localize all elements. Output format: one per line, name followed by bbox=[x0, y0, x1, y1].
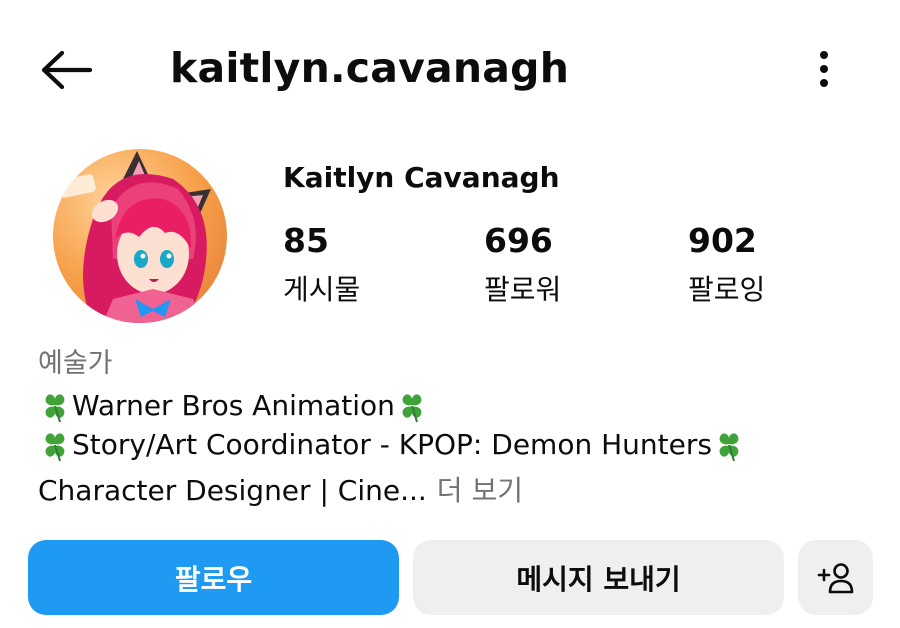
arrow-left-icon bbox=[41, 50, 93, 90]
stat-posts-count: 85 bbox=[283, 221, 329, 260]
bio-line-1-text: Warner Bros Animation bbox=[72, 389, 395, 422]
header-username: kaitlyn.cavanagh bbox=[170, 44, 570, 92]
bio-line-3-text: Character Designer | Cine... bbox=[38, 474, 427, 507]
bio-line-2: Story/Art Coordinator - KPOP: Demon Hunt… bbox=[38, 425, 746, 465]
four-leaf-clover-icon bbox=[402, 394, 422, 423]
four-leaf-clover-icon bbox=[45, 394, 65, 423]
four-leaf-clover-icon bbox=[45, 433, 65, 462]
bio-more-link[interactable]: 더 보기 bbox=[437, 471, 523, 511]
stat-followers-label: 팔로워 bbox=[484, 273, 562, 306]
bio-line-1: Warner Bros Animation bbox=[38, 386, 429, 426]
follow-button-label: 팔로우 bbox=[174, 562, 253, 596]
more-options-button[interactable] bbox=[800, 42, 848, 96]
stat-followers-count: 696 bbox=[484, 221, 553, 260]
back-button[interactable] bbox=[34, 44, 98, 96]
stat-posts-label: 게시물 bbox=[283, 273, 361, 306]
stat-following-label: 팔로잉 bbox=[688, 273, 766, 306]
four-leaf-clover-icon bbox=[719, 433, 739, 462]
avatar-image bbox=[53, 149, 227, 323]
add-user-button[interactable] bbox=[798, 540, 873, 615]
more-vertical-icon bbox=[820, 51, 828, 87]
stat-posts[interactable]: 85 게시물 bbox=[283, 218, 360, 312]
stat-followers[interactable]: 696 팔로워 bbox=[484, 218, 561, 312]
follow-button[interactable]: 팔로우 bbox=[28, 540, 399, 615]
bio-line-2-text: Story/Art Coordinator - KPOP: Demon Hunt… bbox=[72, 428, 712, 461]
avatar[interactable] bbox=[53, 149, 227, 323]
stat-following-count: 902 bbox=[688, 221, 757, 260]
stat-following[interactable]: 902 팔로잉 bbox=[688, 218, 765, 312]
profile-category: 예술가 bbox=[38, 348, 113, 379]
profile-page: kaitlyn.cavanagh Kaitlyn Cavanagh 85 게시물… bbox=[0, 0, 900, 628]
bio-line-3: Character Designer | Cine... 더 보기 bbox=[38, 471, 523, 511]
profile-display-name: Kaitlyn Cavanagh bbox=[283, 161, 560, 194]
message-button[interactable]: 메시지 보내기 bbox=[413, 540, 784, 615]
add-user-icon bbox=[817, 562, 853, 593]
message-button-label: 메시지 보내기 bbox=[516, 562, 681, 596]
